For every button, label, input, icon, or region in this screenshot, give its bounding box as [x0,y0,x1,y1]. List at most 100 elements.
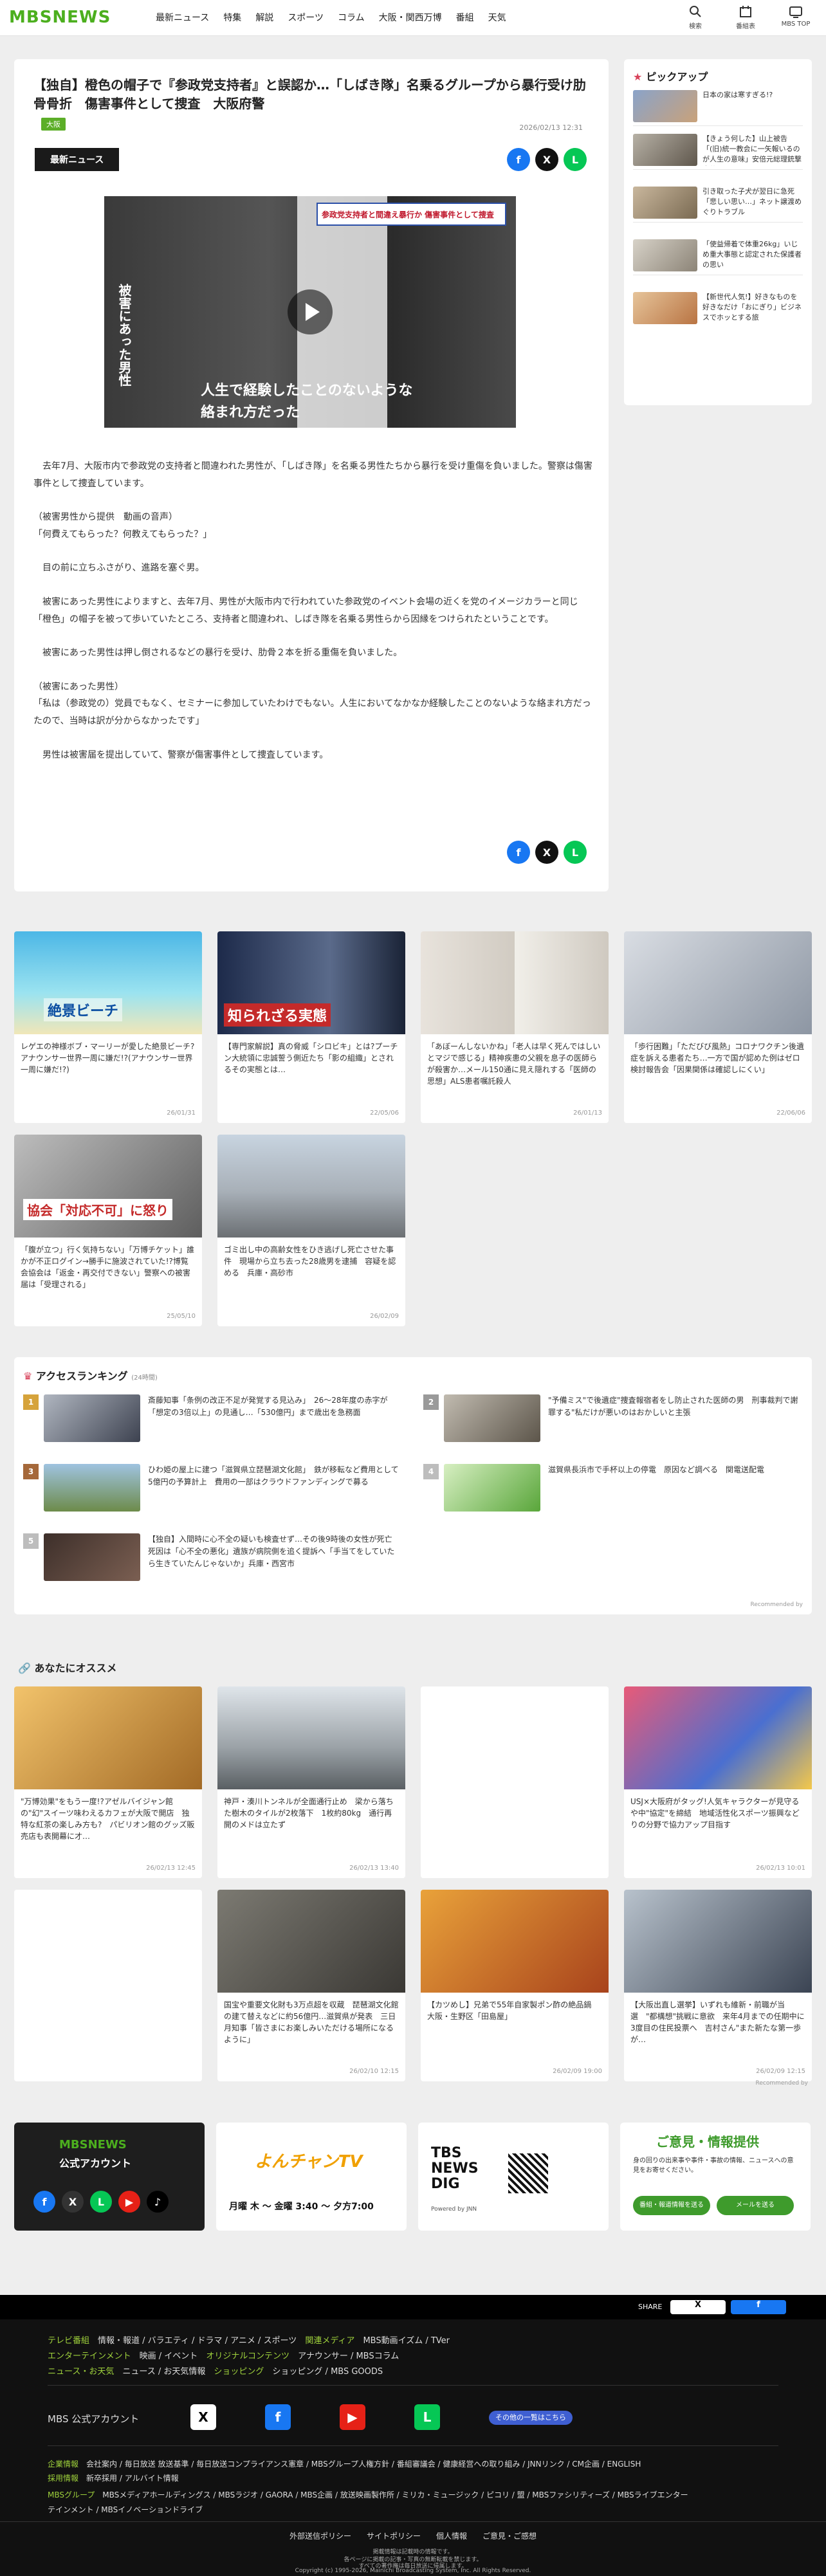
footer-copyright: Copyright (c) 1995-2026, Mainichi Broadc… [295,2568,531,2574]
related-card[interactable]: 「歩行困難」「ただびび風熱」コロナワクチン後遺症を訴える患者たち…一方で国が認め… [624,931,812,1123]
related-card[interactable]: 協会「対応不可」に怒り 「腹が立つ」行く気持ちない」「万博チケット」誰かが不正ロ… [14,1135,202,1326]
recommend-card-empty [421,1686,609,1878]
ranking-period: (24時間) [131,1375,158,1382]
footer-facebook-share-button[interactable]: f [731,2300,786,2314]
line-share-button[interactable]: L [564,148,587,171]
search-button[interactable]: 検索 [678,3,713,30]
recommend-card[interactable]: 【大阪出直し選挙】いずれも維新・前職が当選 "都構想"挑戦に意欲 来年4月までの… [624,1890,812,2081]
ranking-text: 【独自】入間時に心不全の疑いも検査せず…その後9時後の女性が死亡 死因は「心不全… [148,1535,400,1569]
related-text: ゴミ出し中の高齢女性をひき逃げし死亡させた事件 現場から立ち去った28歳男を逮捕… [224,1245,396,1277]
footer-share-bar: SHARE X f [0,2295,826,2319]
recommend-card[interactable]: "万博効果"をもう一度!?アゼルバイジャン館の"幻"スイーツ味わえるカフェが大阪… [14,1686,202,1878]
facebook-share-button[interactable]: f [507,841,530,864]
video-subtitle-1: 人生で経験したことのないような [201,383,413,399]
line-icon: L [90,2191,112,2213]
share-buttons-bottom: f X L [507,841,587,864]
mbs-top-button[interactable]: MBS TOP [778,3,813,30]
pickup-thumb [633,292,697,324]
banner-feedback-btn2[interactable]: メールを送る [717,2196,794,2215]
nav-sports[interactable]: スポーツ [288,11,324,24]
access-ranking: ♛ アクセスランキング (24時間) 1 斎藤知事「条例の改正不足が発覚する見込… [14,1357,812,1614]
region-tag[interactable]: 大阪 [41,118,66,131]
recommend-thumb [624,1686,812,1789]
ranking-item[interactable]: 2 "予備ミス"で後遺症"捜査報宿者をし防止された医師の男 刑事裁判で謝罪する"… [423,1394,803,1446]
recommend-text: 神戸・湊川トンネルが全面通行止め 梁から落ちた樹木のタイルが2枚落下 1枚約80… [224,1797,394,1829]
footer-x-share-button[interactable]: X [670,2300,726,2314]
official-account-banner[interactable]: MBSNEWS 公式アカウント f X L ▶ ♪ [14,2123,205,2231]
ranking-item[interactable]: 5 【独自】入間時に心不全の疑いも検査せず…その後9時後の女性が死亡 死因は「心… [23,1533,403,1585]
pickup-item[interactable]: 【新世代人気!】好きなものを好きなだけ「おにぎり」ビジネスでホッとする旅 [633,292,803,328]
footer-corp-links[interactable]: 会社案内 / 毎日放送 放送基準 / 毎日放送コンプライアンス憲章 / MBSグ… [86,2460,641,2469]
category-badge[interactable]: 最新ニュース [35,148,120,171]
recommend-title-text: あなたにオススメ [34,1662,117,1674]
pickup-item[interactable]: 日本の家は寒すぎる!? [633,90,803,126]
yonchan-banner[interactable]: よんチャンTV 月曜 木 ～ 金曜 3:40 ～ 夕方7:00 [216,2123,407,2231]
ranking-item[interactable]: 3 ひわ姫の屋上に建つ「滋賀県立琵琶湖文化館」 鉄が移転など費用として5億円の予… [23,1464,403,1515]
nav-column[interactable]: コラム [338,11,365,24]
pickup-item[interactable]: 「使益帰着で体重26kg」いじめ重大事態と認定された保護者の思い [633,239,803,275]
banner-social-icons: f X L ▶ ♪ [33,2191,169,2213]
line-share-button[interactable]: L [564,841,587,864]
nav-expo[interactable]: 大阪・関西万博 [379,11,442,24]
recommend-note: Recommended by [755,2080,808,2087]
footer-facebook-icon[interactable]: f [265,2404,291,2430]
nav-latest[interactable]: 最新ニュース [156,11,209,24]
related-thumb: 絶景ビーチ [14,931,202,1034]
mbs-news-logo[interactable]: MBSNEWS [9,8,111,27]
tbs-news-dig-banner[interactable]: TBS NEWS DIG Powered by JNN [418,2123,609,2231]
recommend-card[interactable]: 【カツめし】兄弟で55年自家製ポン酢の絶品鍋 大阪・生野区「田島屋」 26/02/… [421,1890,609,2081]
related-card[interactable]: 絶景ビーチ レゲエの神様ボブ・マーリーが愛した絶景ビーチ?アナウンサー世界一周に… [14,931,202,1123]
recommend-thumb [217,1890,405,1993]
nav-feature[interactable]: 特集 [223,11,241,24]
footer-row1-links[interactable]: 情報・報道 / バラエティ / ドラマ / アニメ / スポーツ [98,2336,297,2346]
footer-divider [0,2521,826,2522]
video-player[interactable]: 参政党支持者と間違え暴行か 傷害事件として捜査 被害にあった男性 人生で経験した… [104,196,516,428]
footer-youtube-icon[interactable]: ▶ [340,2404,365,2430]
recommend-card[interactable]: 神戸・湊川トンネルが全面通行止め 梁から落ちた樹木のタイルが2枚落下 1枚約80… [217,1686,405,1878]
facebook-share-button[interactable]: f [507,148,530,171]
footer-others-button[interactable]: その他の一覧はこちら [489,2411,573,2425]
footer-line-icon[interactable]: L [414,2404,440,2430]
ranking-title: ♛ アクセスランキング (24時間) [23,1367,158,1383]
footer-row3b-links[interactable]: ショッピング / MBS GOODS [272,2367,383,2377]
ranking-recommended-note: Recommended by [750,1602,803,1608]
footer-row1b-links[interactable]: MBS動画イズム / TVer [363,2336,450,2346]
footer-recruit-links[interactable]: 新卒採用 / アルバイト情報 [86,2474,179,2483]
nav-weather[interactable]: 天気 [488,11,506,24]
pickup-item[interactable]: 引き取った子犬が翌日に急死「悲しい思い…」ネット譲渡めぐりトラブル [633,187,803,223]
ranking-text: ひわ姫の屋上に建つ「滋賀県立琵琶湖文化館」 鉄が移転など費用として5億円の予算計… [148,1465,399,1487]
footer-share-label: SHARE [638,2303,663,2311]
nav-program[interactable]: 番組 [456,11,474,24]
related-articles: 絶景ビーチ レゲエの神様ボブ・マーリーが愛した絶景ビーチ?アナウンサー世界一周に… [14,931,812,1337]
footer-row3b-label: ショッピング [214,2367,264,2377]
ranking-item[interactable]: 1 斎藤知事「条例の改正不足が発覚する見込み」 26〜28年度の赤字が「想定の3… [23,1394,403,1446]
related-card[interactable]: 「あぼーんしないかね」「老人は早く死んではしいとマジで感じる」精神疾患の父親を息… [421,931,609,1123]
footer-x-icon[interactable]: X [190,2404,216,2430]
footer-policy-links[interactable]: 外部送信ポリシー サイトポリシー 個人情報 ご意見・ご感想 [0,2530,826,2541]
pickup-item[interactable]: 【きょう何した】山上被告「(旧)統一教会に一矢報いるのが人生の意味」安倍元総理銃… [633,134,803,170]
play-icon[interactable] [288,289,333,334]
feedback-banner[interactable]: ご意見・情報提供 身の回りの出来事や事件・事故の情報、ニュースへの意見をお寄せく… [620,2123,811,2231]
banner-feedback-btn1[interactable]: 番組・報道情報を送る [633,2196,710,2215]
related-thumb-label: 知られざる実態 [224,1003,331,1027]
pickup-text: 【新世代人気!】好きなものを好きなだけ「おにぎり」ビジネスでホッとする旅 [702,293,802,322]
related-card[interactable]: ゴミ出し中の高齢女性をひき逃げし死亡させた事件 現場から立ち去った28歳男を逮捕… [217,1135,405,1326]
nav-commentary[interactable]: 解説 [255,11,273,24]
recommend-card[interactable]: 国宝や重要文化財も3万点超を収蔵 琵琶湖文化館の建て替えなどに約56億円…滋賀県… [217,1890,405,2081]
ranking-item[interactable]: 4 滋賀県長浜市で手杯以上の停電 原因など調べる 関電送配電 [423,1464,803,1515]
footer-recruit-label: 採用情報 [48,2474,79,2483]
schedule-button[interactable]: 番組表 [728,3,763,30]
article-date: 2026/02/13 12:31 [519,123,583,132]
related-card[interactable]: 知られざる実態 【専門家解説】真の脅威「シロビキ」とは?プーチン大統領に忠誠誓う… [217,931,405,1123]
footer-row1: テレビ番組 情報・報道 / バラエティ / ドラマ / アニメ / スポーツ 関… [48,2334,450,2346]
x-share-button[interactable]: X [535,841,558,864]
footer-row2-links[interactable]: 映画 / イベント [140,2352,198,2361]
recommend-thumb [421,1890,609,1993]
recommend-card[interactable]: USJ×大阪府がタッグ!人気キャラクターが見守るや中"協定"を締結 地域活性化ス… [624,1686,812,1878]
mbs-top-label: MBS TOP [781,21,811,28]
article-paragraph: 男性は被害届を提出していて、警察が傷害事件として捜査しています。 [33,749,329,760]
footer-row3-links[interactable]: ニュース / お天気情報 [122,2367,205,2377]
x-share-button[interactable]: X [535,148,558,171]
footer-row2b-links[interactable]: アナウンサー / MBSコラム [298,2352,399,2361]
footer-group-links[interactable]: MBSメディアホールディングス / MBSラジオ / GAORA / MBS企画… [48,2490,688,2514]
